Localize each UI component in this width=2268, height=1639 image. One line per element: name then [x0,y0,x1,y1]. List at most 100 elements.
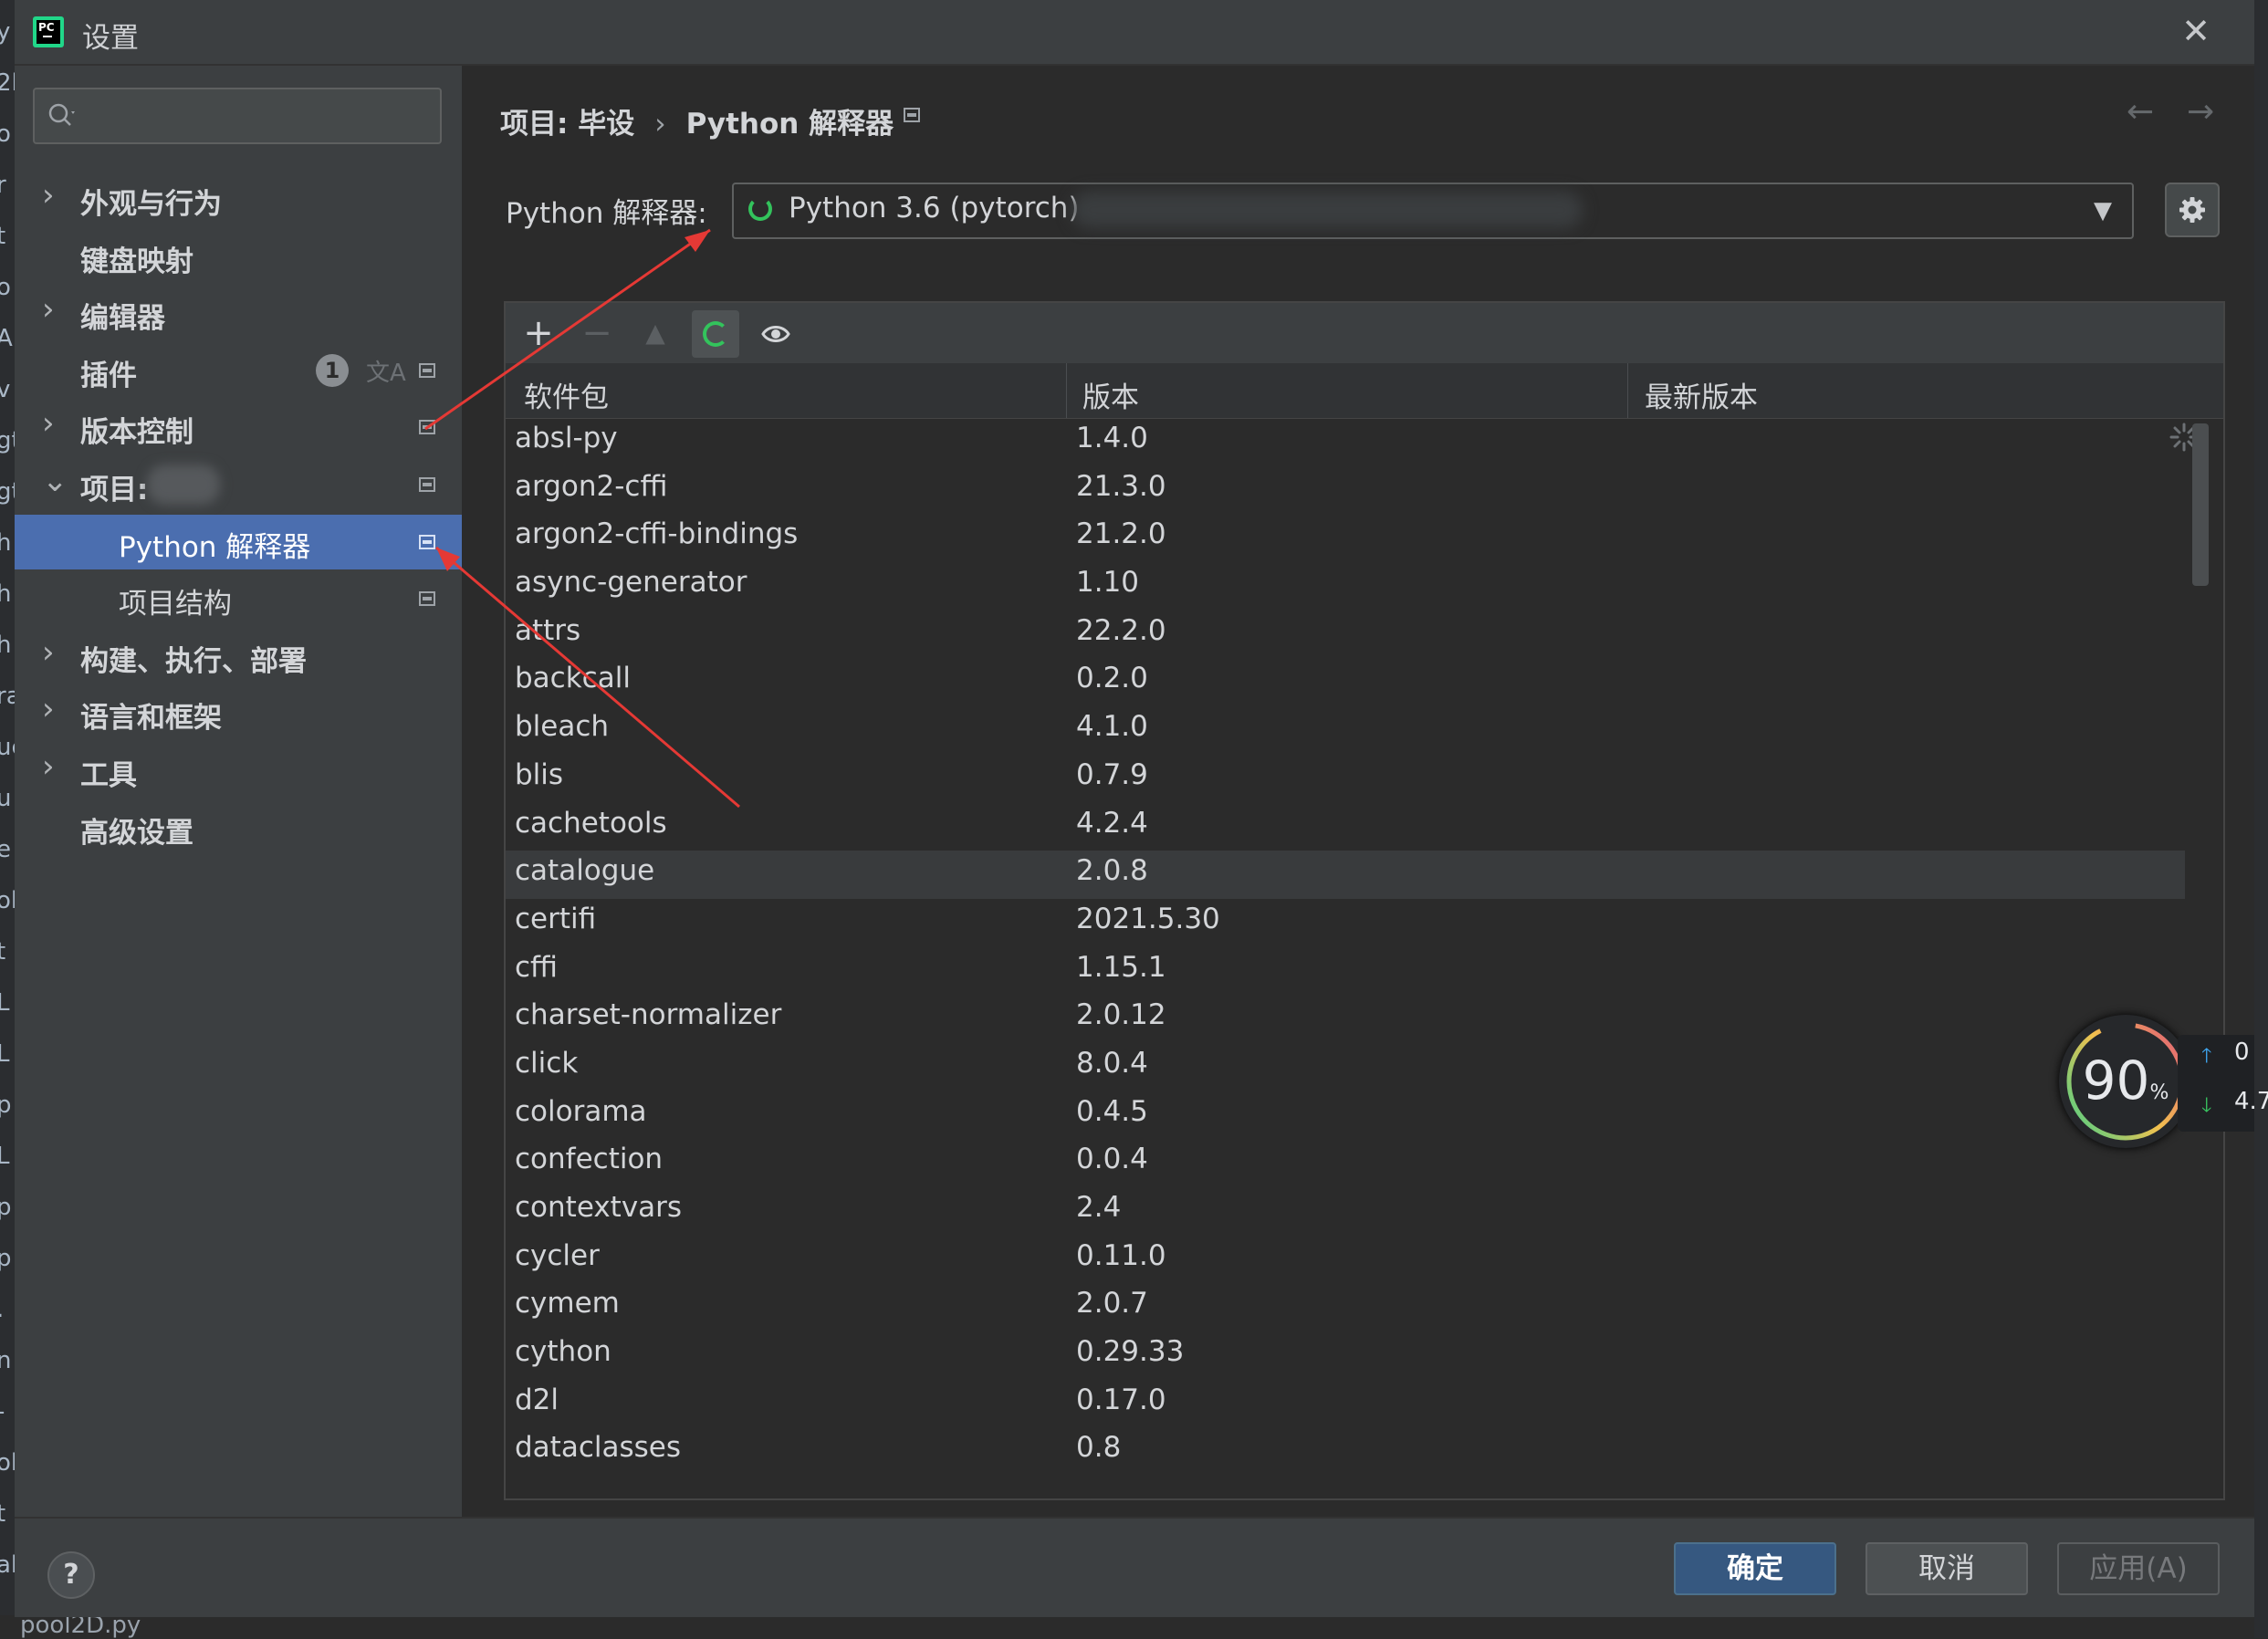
background-code-char: o [0,120,11,148]
column-header-latest[interactable]: 最新版本 [1645,374,1758,415]
chevron-right-icon[interactable]: › [42,291,60,328]
table-row[interactable]: cymem 2.0.7 [506,1283,2185,1331]
interpreter-dropdown[interactable]: Python 3.6 (pytorch) ▼ [732,183,2134,239]
table-row[interactable]: cycler 0.11.0 [506,1236,2185,1284]
table-row[interactable]: async-generator 1.10 [506,562,2185,611]
chevron-right-icon[interactable]: › [42,405,60,442]
interpreter-label: Python 解释器: [506,197,707,230]
main-panel: 项目: 毕设 › Python 解释器 ← → Python 解释器: Python… [462,66,2254,1517]
window-title: 设置 [82,22,139,55]
system-monitor-widget[interactable]: 90% [2059,1015,2192,1148]
usage-percent: 90% [2082,1049,2169,1112]
package-name: async-generator [515,566,747,600]
package-name: attrs [515,613,581,647]
forward-arrow-icon[interactable]: → [2187,93,2214,130]
sidebar-item-plugins[interactable]: 插件 1 文A [15,343,462,398]
table-row[interactable]: confection 0.0.4 [506,1139,2185,1187]
background-code-char: al [0,1551,15,1579]
close-button[interactable]: ✕ [2178,13,2214,49]
package-name: click [515,1046,579,1080]
sidebar-item-appearance-behavior[interactable]: › 外观与行为 [15,172,462,226]
update-count-badge: 1 [316,353,349,387]
sidebar-item-keymap[interactable]: 键盘映射 [15,229,462,284]
table-row[interactable]: d2l 0.17.0 [506,1380,2185,1428]
sidebar-item-tools[interactable]: › 工具 [15,743,462,798]
chevron-right-icon[interactable]: › [42,177,60,214]
chevron-right-icon[interactable]: › [42,691,60,727]
sidebar-item-languages-frameworks[interactable]: › 语言和框架 [15,685,462,740]
remove-package-button[interactable]: − [573,310,621,358]
sidebar-item-advanced-settings[interactable]: 高级设置 [15,800,462,855]
column-header-version[interactable]: 版本 [1082,374,1139,415]
sidebar-item-project[interactable]: ⌄ 项目: [15,457,462,512]
table-row[interactable]: colorama 0.4.5 [506,1091,2185,1140]
package-version: 2.0.8 [1076,854,1148,888]
table-row[interactable]: blis 0.7.9 [506,755,2185,803]
table-row[interactable]: attrs 22.2.0 [506,611,2185,659]
chevron-right-icon[interactable]: › [42,748,60,785]
table-row[interactable]: catalogue 2.0.8 [506,851,2185,899]
gear-icon [2179,197,2205,223]
sidebar-item-label: 高级设置 [80,816,193,850]
background-code-char: p [0,1091,12,1119]
table-row[interactable]: charset-normalizer 2.0.12 [506,995,2185,1043]
package-name: catalogue [515,854,655,888]
add-package-button[interactable]: + [515,310,562,358]
ok-button[interactable]: 确定 [1674,1542,1836,1595]
scrollbar-thumb[interactable] [2192,423,2209,586]
show-early-releases-button[interactable] [752,310,800,358]
table-row[interactable]: click 8.0.4 [506,1043,2185,1091]
package-version: 22.2.0 [1076,613,1166,647]
table-row[interactable]: argon2-cffi 21.3.0 [506,466,2185,515]
background-code-char: h [0,529,12,557]
background-code-char: o [0,274,11,301]
table-row[interactable]: cffi 1.15.1 [506,947,2185,996]
table-row[interactable]: certifi 2021.5.30 [506,899,2185,947]
sidebar-item-editor[interactable]: › 编辑器 [15,286,462,340]
column-divider[interactable] [1627,363,1628,418]
sidebar-item-project-structure[interactable]: 项目结构 [15,571,462,626]
help-button[interactable]: ? [47,1551,95,1599]
sidebar-item-label: 键盘映射 [80,245,193,278]
package-name: charset-normalizer [515,998,782,1032]
chevron-right-icon[interactable]: › [42,634,60,671]
column-divider[interactable] [1066,363,1067,418]
table-row[interactable]: absl-py 1.4.0 [506,418,2185,466]
cancel-button[interactable]: 取消 [1866,1542,2028,1595]
table-row[interactable]: cython 0.29.33 [506,1331,2185,1380]
upgrade-package-button[interactable]: ▲ [632,310,679,358]
interpreter-settings-button[interactable] [2165,183,2220,237]
project-level-icon [419,477,435,492]
package-name: argon2-cffi-bindings [515,517,799,551]
translate-icon: 文A [366,359,406,387]
table-row[interactable]: backcall 0.2.0 [506,658,2185,706]
background-code-char: A [0,325,13,352]
package-version: 2.0.7 [1076,1287,1148,1321]
refresh-button[interactable] [692,310,739,358]
background-code-char: gt [0,478,15,506]
background-code-char: 2l [0,69,15,97]
table-row[interactable]: cachetools 4.2.4 [506,803,2185,851]
sidebar-item-build-execution-deployment[interactable]: › 构建、执行、部署 [15,629,462,684]
column-header-package[interactable]: 软件包 [524,374,609,415]
background-code-char: h [0,632,12,659]
breadcrumb-page: Python 解释器 [685,108,894,141]
background-code-char: L [0,1040,10,1068]
sidebar-item-version-control[interactable]: › 版本控制 [15,400,462,454]
download-arrow-icon: 🡓 [2201,1094,2212,1117]
package-version: 4.2.4 [1076,806,1148,840]
package-version: 1.4.0 [1076,422,1148,454]
vertical-scrollbar[interactable] [2190,418,2212,1495]
settings-search-input[interactable] [33,88,442,144]
table-row[interactable]: bleach 4.1.0 [506,706,2185,755]
upload-arrow-icon: 🡑 [2201,1045,2212,1068]
breadcrumb-project[interactable]: 项目: 毕设 [500,108,634,141]
chevron-down-icon[interactable]: ⌄ [42,463,68,499]
table-row[interactable]: dataclasses 0.8 [506,1427,2185,1476]
apply-button[interactable]: 应用(A) [2057,1542,2220,1595]
sidebar-item-python-interpreter[interactable]: Python 解释器 [15,514,462,569]
back-arrow-icon[interactable]: ← [2127,93,2154,130]
table-row[interactable]: argon2-cffi-bindings 21.2.0 [506,514,2185,562]
table-row[interactable]: contextvars 2.4 [506,1187,2185,1236]
chevron-down-icon: ▼ [2094,197,2112,224]
